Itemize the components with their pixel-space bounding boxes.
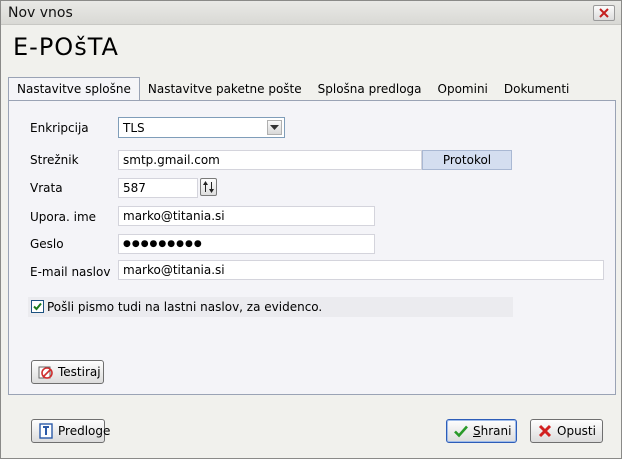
server-input[interactable]: smtp.gmail.com	[118, 150, 422, 170]
encryption-value: TLS	[123, 121, 145, 135]
encryption-label: Enkripcija	[30, 121, 89, 135]
port-input[interactable]: 587	[118, 178, 198, 198]
username-label: Upora. ime	[30, 210, 97, 224]
close-button[interactable]	[593, 5, 615, 21]
save-mnemonic: S	[473, 424, 481, 438]
cancel-button[interactable]: Opusti	[530, 419, 603, 443]
password-input[interactable]: ●●●●●●●●●	[118, 234, 375, 254]
encryption-select[interactable]: TLS	[118, 117, 285, 138]
cancel-button-label: Opusti	[557, 424, 596, 438]
send-copy-row[interactable]: Pošli pismo tudi na lastni naslov, za ev…	[28, 297, 513, 317]
server-label: Strežnik	[30, 153, 79, 167]
tab-general-template[interactable]: Splošna predloga	[310, 78, 430, 100]
save-label-rest: hrani	[480, 424, 512, 438]
port-stepper[interactable]	[200, 178, 217, 196]
checkmark-icon	[453, 423, 469, 439]
chevron-down-icon[interactable]	[267, 120, 282, 135]
tab-bar: Nastavitve splošne Nastavitve paketne po…	[8, 77, 577, 101]
protocol-button[interactable]: Protokol	[422, 150, 512, 170]
email-label: E-mail naslov	[30, 265, 111, 279]
save-button[interactable]: Shrani	[446, 419, 517, 443]
dialog-window: Nov vnos E-POšTA Nastavitve splošne Nast…	[0, 0, 622, 459]
window-title: Nov vnos	[8, 5, 73, 21]
templates-button[interactable]: Predloge	[31, 419, 110, 443]
close-icon	[599, 8, 609, 18]
cancel-x-icon	[537, 423, 553, 439]
email-input[interactable]: marko@titania.si	[118, 260, 604, 280]
templates-button-label: Predloge	[58, 424, 111, 438]
tab-documents[interactable]: Dokumenti	[496, 78, 577, 100]
username-input[interactable]: marko@titania.si	[118, 206, 375, 226]
send-copy-checkbox[interactable]	[31, 300, 44, 313]
send-copy-label: Pošli pismo tudi na lastni naslov, za ev…	[47, 300, 323, 314]
title-bar[interactable]: Nov vnos	[1, 1, 621, 25]
username-value: marko@titania.si	[123, 209, 225, 223]
save-button-label: Shrani	[473, 424, 511, 438]
test-connection-icon	[38, 364, 54, 380]
page-title: E-POšTA	[13, 33, 119, 61]
port-value: 587	[123, 181, 146, 195]
test-button-label: Testiraj	[58, 365, 101, 379]
test-button[interactable]: Testiraj	[31, 360, 104, 384]
tab-reminders[interactable]: Opomini	[430, 78, 496, 100]
tab-general-settings[interactable]: Nastavitve splošne	[8, 77, 140, 101]
password-value: ●●●●●●●●●	[123, 239, 203, 249]
up-down-arrows-icon	[203, 181, 214, 193]
password-label: Geslo	[30, 237, 64, 251]
server-value: smtp.gmail.com	[123, 153, 220, 167]
template-document-icon	[38, 423, 54, 439]
port-label: Vrata	[30, 181, 63, 195]
email-value: marko@titania.si	[123, 263, 225, 277]
tab-batch-mail-settings[interactable]: Nastavitve paketne pošte	[140, 78, 310, 100]
checkmark-icon	[33, 302, 42, 311]
